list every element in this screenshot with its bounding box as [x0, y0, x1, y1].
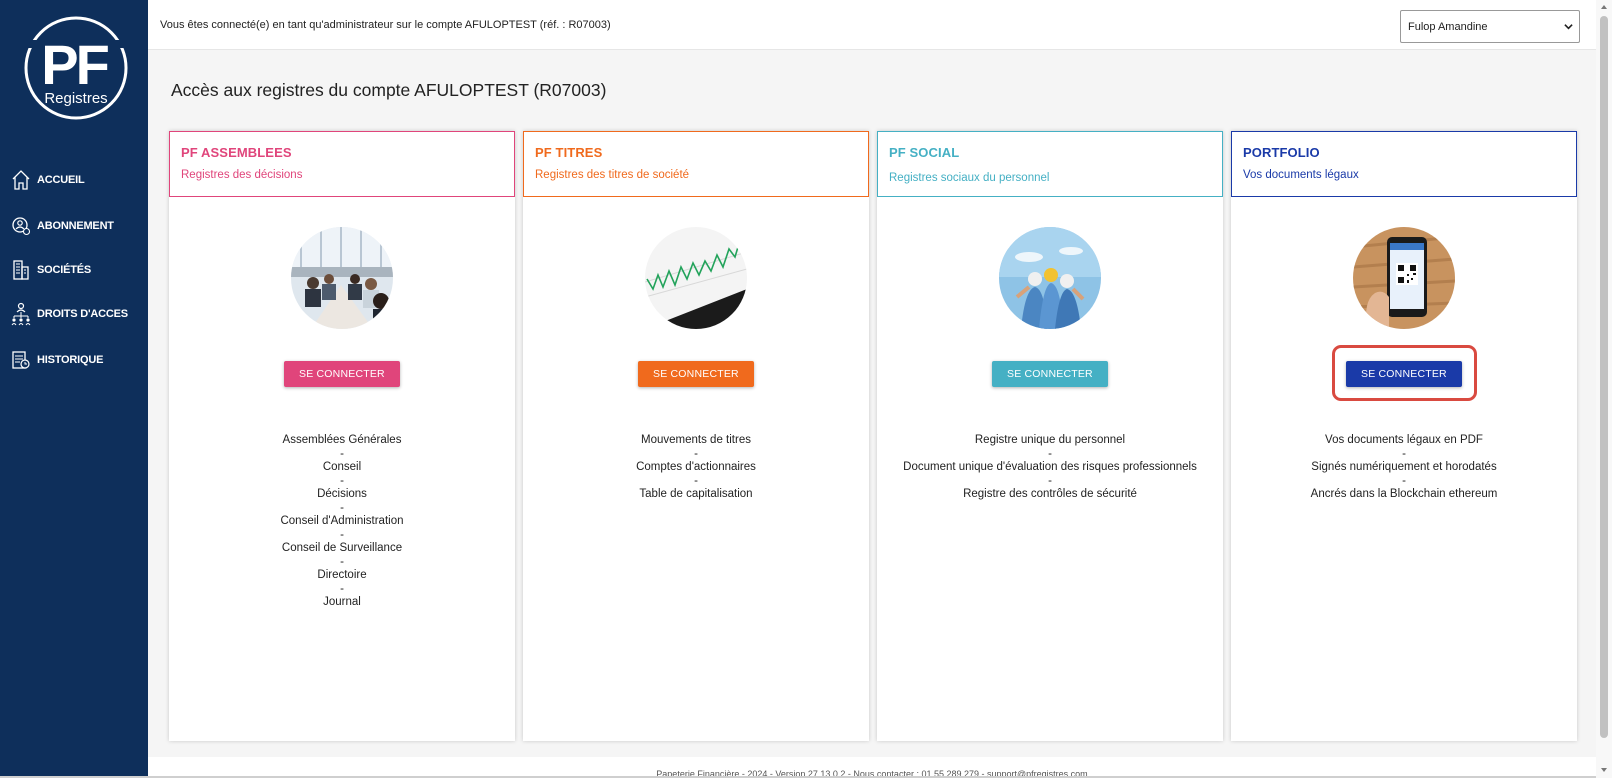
feature-item: Vos documents légaux en PDF — [1325, 434, 1483, 446]
separator: - — [1048, 474, 1052, 487]
sidebar-item-label: ABONNEMENT — [37, 220, 114, 232]
home-icon — [10, 168, 32, 192]
feature-list: Vos documents légaux en PDF - Signés num… — [1231, 434, 1577, 502]
card-header: PF SOCIAL Registres sociaux du personnel — [877, 131, 1223, 197]
svg-text:PF: PF — [41, 33, 108, 96]
card-title: PF TITRES — [535, 145, 603, 160]
history-icon — [10, 348, 32, 372]
card-title: PORTFOLIO — [1243, 145, 1320, 160]
separator: - — [694, 474, 698, 487]
feature-item: Décisions — [317, 488, 367, 500]
sidebar-item-accueil[interactable]: ACCUEIL — [10, 168, 85, 192]
sidebar-item-abonnement[interactable]: ABONNEMENT — [10, 214, 114, 238]
meeting-photo — [291, 227, 393, 329]
card-pf-social: PF SOCIAL Registres sociaux du personnel… — [877, 131, 1223, 741]
separator: - — [340, 555, 344, 568]
separator: - — [1402, 474, 1406, 487]
sidebar-item-label: DROITS D'ACCES — [37, 308, 128, 320]
feature-list: Registre unique du personnel - Document … — [877, 434, 1223, 502]
sidebar-item-droits-acces[interactable]: DROITS D'ACCES — [10, 302, 128, 326]
feature-list: Assemblées Générales - Conseil - Décisio… — [169, 434, 515, 610]
feature-item: Conseil d'Administration — [280, 515, 404, 527]
buildings-icon — [10, 258, 32, 282]
separator: - — [340, 447, 344, 460]
feature-item: Directoire — [317, 569, 367, 581]
sidebar-item-label: ACCUEIL — [37, 174, 85, 186]
stock-chart-photo — [645, 227, 747, 329]
sidebar-item-label: SOCIÉTÉS — [37, 264, 92, 276]
highlight-annotation — [1332, 345, 1477, 401]
feature-item: Assemblées Générales — [282, 434, 402, 446]
footer: Papeterie Financière - 2024 - Version 27… — [148, 757, 1596, 778]
user-select[interactable]: Fulop Amandine — [1400, 10, 1580, 43]
scrollbar[interactable] — [1596, 0, 1612, 778]
separator: - — [694, 447, 698, 460]
phone-qr-photo — [1353, 227, 1455, 329]
feature-item: Journal — [323, 596, 361, 608]
card-subtitle: Vos documents légaux — [1243, 169, 1359, 181]
sidebar-item-historique[interactable]: HISTORIQUE — [10, 348, 103, 372]
separator: - — [340, 582, 344, 595]
se-connecter-titres-button[interactable]: SE CONNECTER — [638, 361, 754, 387]
workers-photo — [999, 227, 1101, 329]
feature-item: Document unique d'évaluation des risques… — [903, 461, 1197, 473]
sidebar-item-societes[interactable]: SOCIÉTÉS — [10, 258, 91, 282]
feature-item: Signés numériquement et horodatés — [1311, 461, 1497, 473]
feature-item: Registre des contrôles de sécurité — [963, 488, 1137, 500]
subscription-icon — [10, 214, 32, 238]
card-header: PORTFOLIO Vos documents légaux — [1231, 131, 1577, 197]
user-select-value: Fulop Amandine — [1408, 20, 1488, 33]
svg-text:Registres: Registres — [44, 90, 107, 107]
separator: - — [340, 528, 344, 541]
card-pf-assemblees: PF ASSEMBLEES Registres des décisions SE… — [169, 131, 515, 741]
separator: - — [1402, 447, 1406, 460]
sidebar-item-label: HISTORIQUE — [37, 354, 104, 366]
top-bar: Vous êtes connecté(e) en tant qu'adminis… — [148, 0, 1596, 50]
se-connecter-assemblees-button[interactable]: SE CONNECTER — [284, 361, 400, 387]
card-title: PF SOCIAL — [889, 145, 960, 160]
card-header: PF ASSEMBLEES Registres des décisions — [169, 131, 515, 197]
card-subtitle: Registres des décisions — [181, 169, 303, 181]
sidebar: PF Registres ACCUEIL ABONNEMENT SOCIÉTÉS… — [0, 0, 148, 778]
card-subtitle: Registres des titres de société — [535, 169, 690, 181]
feature-item: Registre unique du personnel — [974, 434, 1126, 446]
chevron-down-icon — [1564, 24, 1573, 30]
feature-item: Table de capitalisation — [639, 488, 753, 500]
card-title: PF ASSEMBLEES — [181, 145, 292, 160]
feature-item: Conseil de Surveillance — [281, 542, 403, 554]
scrollbar-thumb[interactable] — [1600, 16, 1608, 738]
se-connecter-social-button[interactable]: SE CONNECTER — [992, 361, 1108, 387]
users-network-icon — [10, 302, 32, 326]
feature-list: Mouvements de titres - Comptes d'actionn… — [523, 434, 869, 502]
page-title: Accès aux registres du compte AFULOPTEST… — [171, 80, 607, 100]
feature-item: Mouvements de titres — [641, 434, 751, 446]
card-portfolio: PORTFOLIO Vos documents légaux SE CONNEC… — [1231, 131, 1577, 741]
feature-item: Ancrés dans la Blockchain ethereum — [1310, 488, 1498, 500]
feature-item: Comptes d'actionnaires — [636, 461, 756, 473]
separator: - — [1048, 447, 1052, 460]
separator: - — [340, 501, 344, 514]
scroll-down-arrow-icon[interactable] — [1600, 766, 1608, 774]
separator: - — [340, 474, 344, 487]
card-subtitle: Registres sociaux du personnel — [889, 172, 1050, 184]
scroll-up-arrow-icon[interactable] — [1600, 3, 1608, 11]
card-pf-titres: PF TITRES Registres des titres de sociét… — [523, 131, 869, 741]
pf-registres-logo[interactable]: PF Registres — [24, 14, 128, 122]
feature-item: Conseil — [322, 461, 362, 473]
card-header: PF TITRES Registres des titres de sociét… — [523, 131, 869, 197]
connection-status-text: Vous êtes connecté(e) en tant qu'adminis… — [160, 19, 611, 31]
